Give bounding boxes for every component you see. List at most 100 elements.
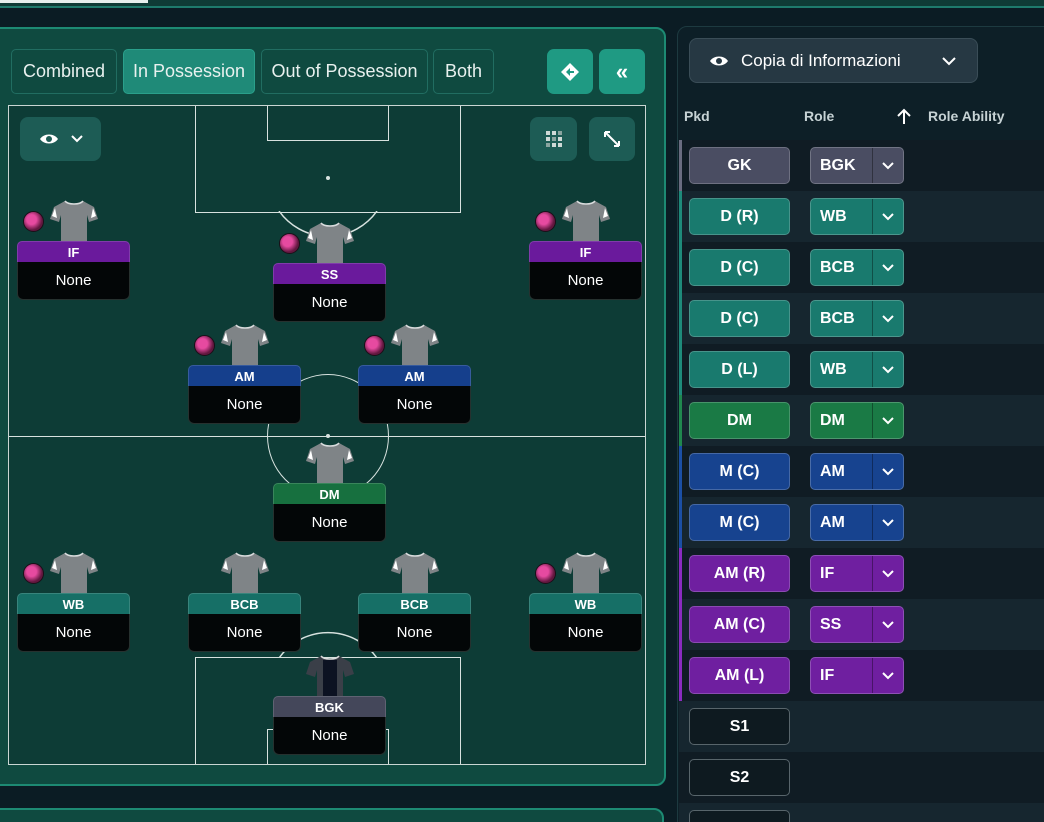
mode-tab-combined[interactable]: Combined (11, 49, 117, 94)
pitch: IF None SS None IF None AM None AM None DM Non… (8, 105, 646, 765)
row-color-stripe (679, 293, 682, 344)
position-button[interactable]: D (C) (689, 300, 790, 337)
position-button[interactable]: M (C) (689, 504, 790, 541)
table-row[interactable]: S2 (679, 752, 1044, 803)
table-row[interactable]: D (R) WB (679, 191, 1044, 242)
position-button[interactable]: AM (L) (689, 657, 790, 694)
position-button[interactable]: AM (R) (689, 555, 790, 592)
position-button[interactable]: D (R) (689, 198, 790, 235)
row-color-stripe (679, 497, 682, 548)
role-dropdown[interactable]: WB (810, 351, 904, 388)
expand-pitch-button[interactable] (589, 117, 635, 161)
column-header-pkd[interactable]: Pkd (684, 108, 710, 124)
info-view-dropdown[interactable]: Copia di Informazioni (689, 38, 978, 83)
position-button[interactable]: S3 (689, 810, 790, 822)
pitch-player[interactable]: DM None (273, 441, 386, 547)
row-color-stripe (679, 446, 682, 497)
player-role-badge: AM (188, 365, 301, 386)
column-header-role[interactable]: Role (804, 108, 834, 124)
player-role-badge: WB (529, 593, 642, 614)
position-button[interactable]: D (C) (689, 249, 790, 286)
table-row[interactable]: AM (L) IF (679, 650, 1044, 701)
player-name: None (358, 386, 471, 424)
player-status-icon (23, 563, 44, 584)
eye-icon (39, 134, 83, 144)
visibility-toggle-button[interactable] (20, 117, 101, 161)
row-color-stripe (679, 752, 682, 803)
table-row[interactable]: AM (R) IF (679, 548, 1044, 599)
pitch-player[interactable]: SS None (273, 221, 386, 327)
lower-panel (0, 808, 664, 822)
table-row[interactable]: D (C) BCB (679, 242, 1044, 293)
grid-view-button[interactable] (530, 117, 577, 161)
chevron-down-icon (872, 148, 903, 183)
role-dropdown[interactable]: BGK (810, 147, 904, 184)
role-dropdown[interactable]: AM (810, 504, 904, 541)
role-label: WB (820, 360, 847, 378)
table-row[interactable]: GK BGK (679, 140, 1044, 191)
player-name: None (17, 614, 130, 652)
role-dropdown[interactable]: BCB (810, 249, 904, 286)
pitch-player[interactable]: BGK None (273, 654, 386, 760)
role-dropdown[interactable]: WB (810, 198, 904, 235)
role-label: SS (820, 615, 842, 633)
player-name: None (529, 614, 642, 652)
collapse-panel-button[interactable]: « (599, 49, 645, 94)
table-row[interactable]: D (C) BCB (679, 293, 1044, 344)
pitch-player[interactable]: IF None (529, 199, 642, 305)
chevron-down-icon (872, 556, 903, 591)
chevron-down-icon (872, 403, 903, 438)
table-row[interactable]: M (C) AM (679, 497, 1044, 548)
chevron-down-icon (942, 56, 956, 65)
table-row[interactable]: M (C) AM (679, 446, 1044, 497)
role-dropdown[interactable]: DM (810, 402, 904, 439)
position-button[interactable]: M (C) (689, 453, 790, 490)
player-name: None (17, 262, 130, 300)
diamond-arrows-icon (561, 62, 579, 81)
mode-tab-in-possession[interactable]: In Possession (123, 49, 255, 94)
role-dropdown[interactable]: IF (810, 555, 904, 592)
position-button[interactable]: GK (689, 147, 790, 184)
shirt-icon (562, 200, 610, 241)
role-label: IF (820, 564, 835, 582)
shirt-icon (391, 552, 439, 593)
position-button[interactable]: DM (689, 402, 790, 439)
pitch-player[interactable]: IF None (17, 199, 130, 305)
sort-ascending-icon[interactable] (895, 108, 913, 126)
position-button[interactable]: S2 (689, 759, 790, 796)
table-row[interactable]: DM DM (679, 395, 1044, 446)
position-button[interactable]: S1 (689, 708, 790, 745)
active-tab-indicator (0, 0, 148, 3)
mode-tab-both[interactable]: Both (433, 49, 494, 94)
chevron-down-icon (872, 301, 903, 336)
pitch-player[interactable]: WB None (17, 551, 130, 657)
pitch-player[interactable]: BCB None (188, 551, 301, 657)
role-dropdown[interactable]: AM (810, 453, 904, 490)
chevron-down-icon (872, 658, 903, 693)
swap-formation-button[interactable] (547, 49, 593, 94)
chevron-down-icon (872, 454, 903, 489)
row-color-stripe (679, 803, 682, 822)
table-row[interactable]: S1 (679, 701, 1044, 752)
pitch-player[interactable]: WB None (529, 551, 642, 657)
player-role-badge: DM (273, 483, 386, 504)
mode-tab-out-of-possession[interactable]: Out of Possession (261, 49, 428, 94)
role-dropdown[interactable]: BCB (810, 300, 904, 337)
column-header-role-ability[interactable]: Role Ability (928, 108, 1005, 124)
table-row[interactable]: AM (C) SS (679, 599, 1044, 650)
player-role-badge: IF (17, 241, 130, 262)
role-dropdown[interactable]: SS (810, 606, 904, 643)
pitch-player[interactable]: AM None (188, 323, 301, 429)
top-tab-strip (0, 0, 1044, 8)
player-name: None (273, 504, 386, 542)
position-button[interactable]: AM (C) (689, 606, 790, 643)
position-button[interactable]: D (L) (689, 351, 790, 388)
table-row[interactable]: D (L) WB (679, 344, 1044, 395)
chevron-down-icon (872, 505, 903, 540)
shirt-icon (221, 324, 269, 365)
pitch-player[interactable]: AM None (358, 323, 471, 429)
table-row[interactable]: S3 (679, 803, 1044, 822)
pitch-player[interactable]: BCB None (358, 551, 471, 657)
role-dropdown[interactable]: IF (810, 657, 904, 694)
top-goal-area (267, 106, 389, 141)
